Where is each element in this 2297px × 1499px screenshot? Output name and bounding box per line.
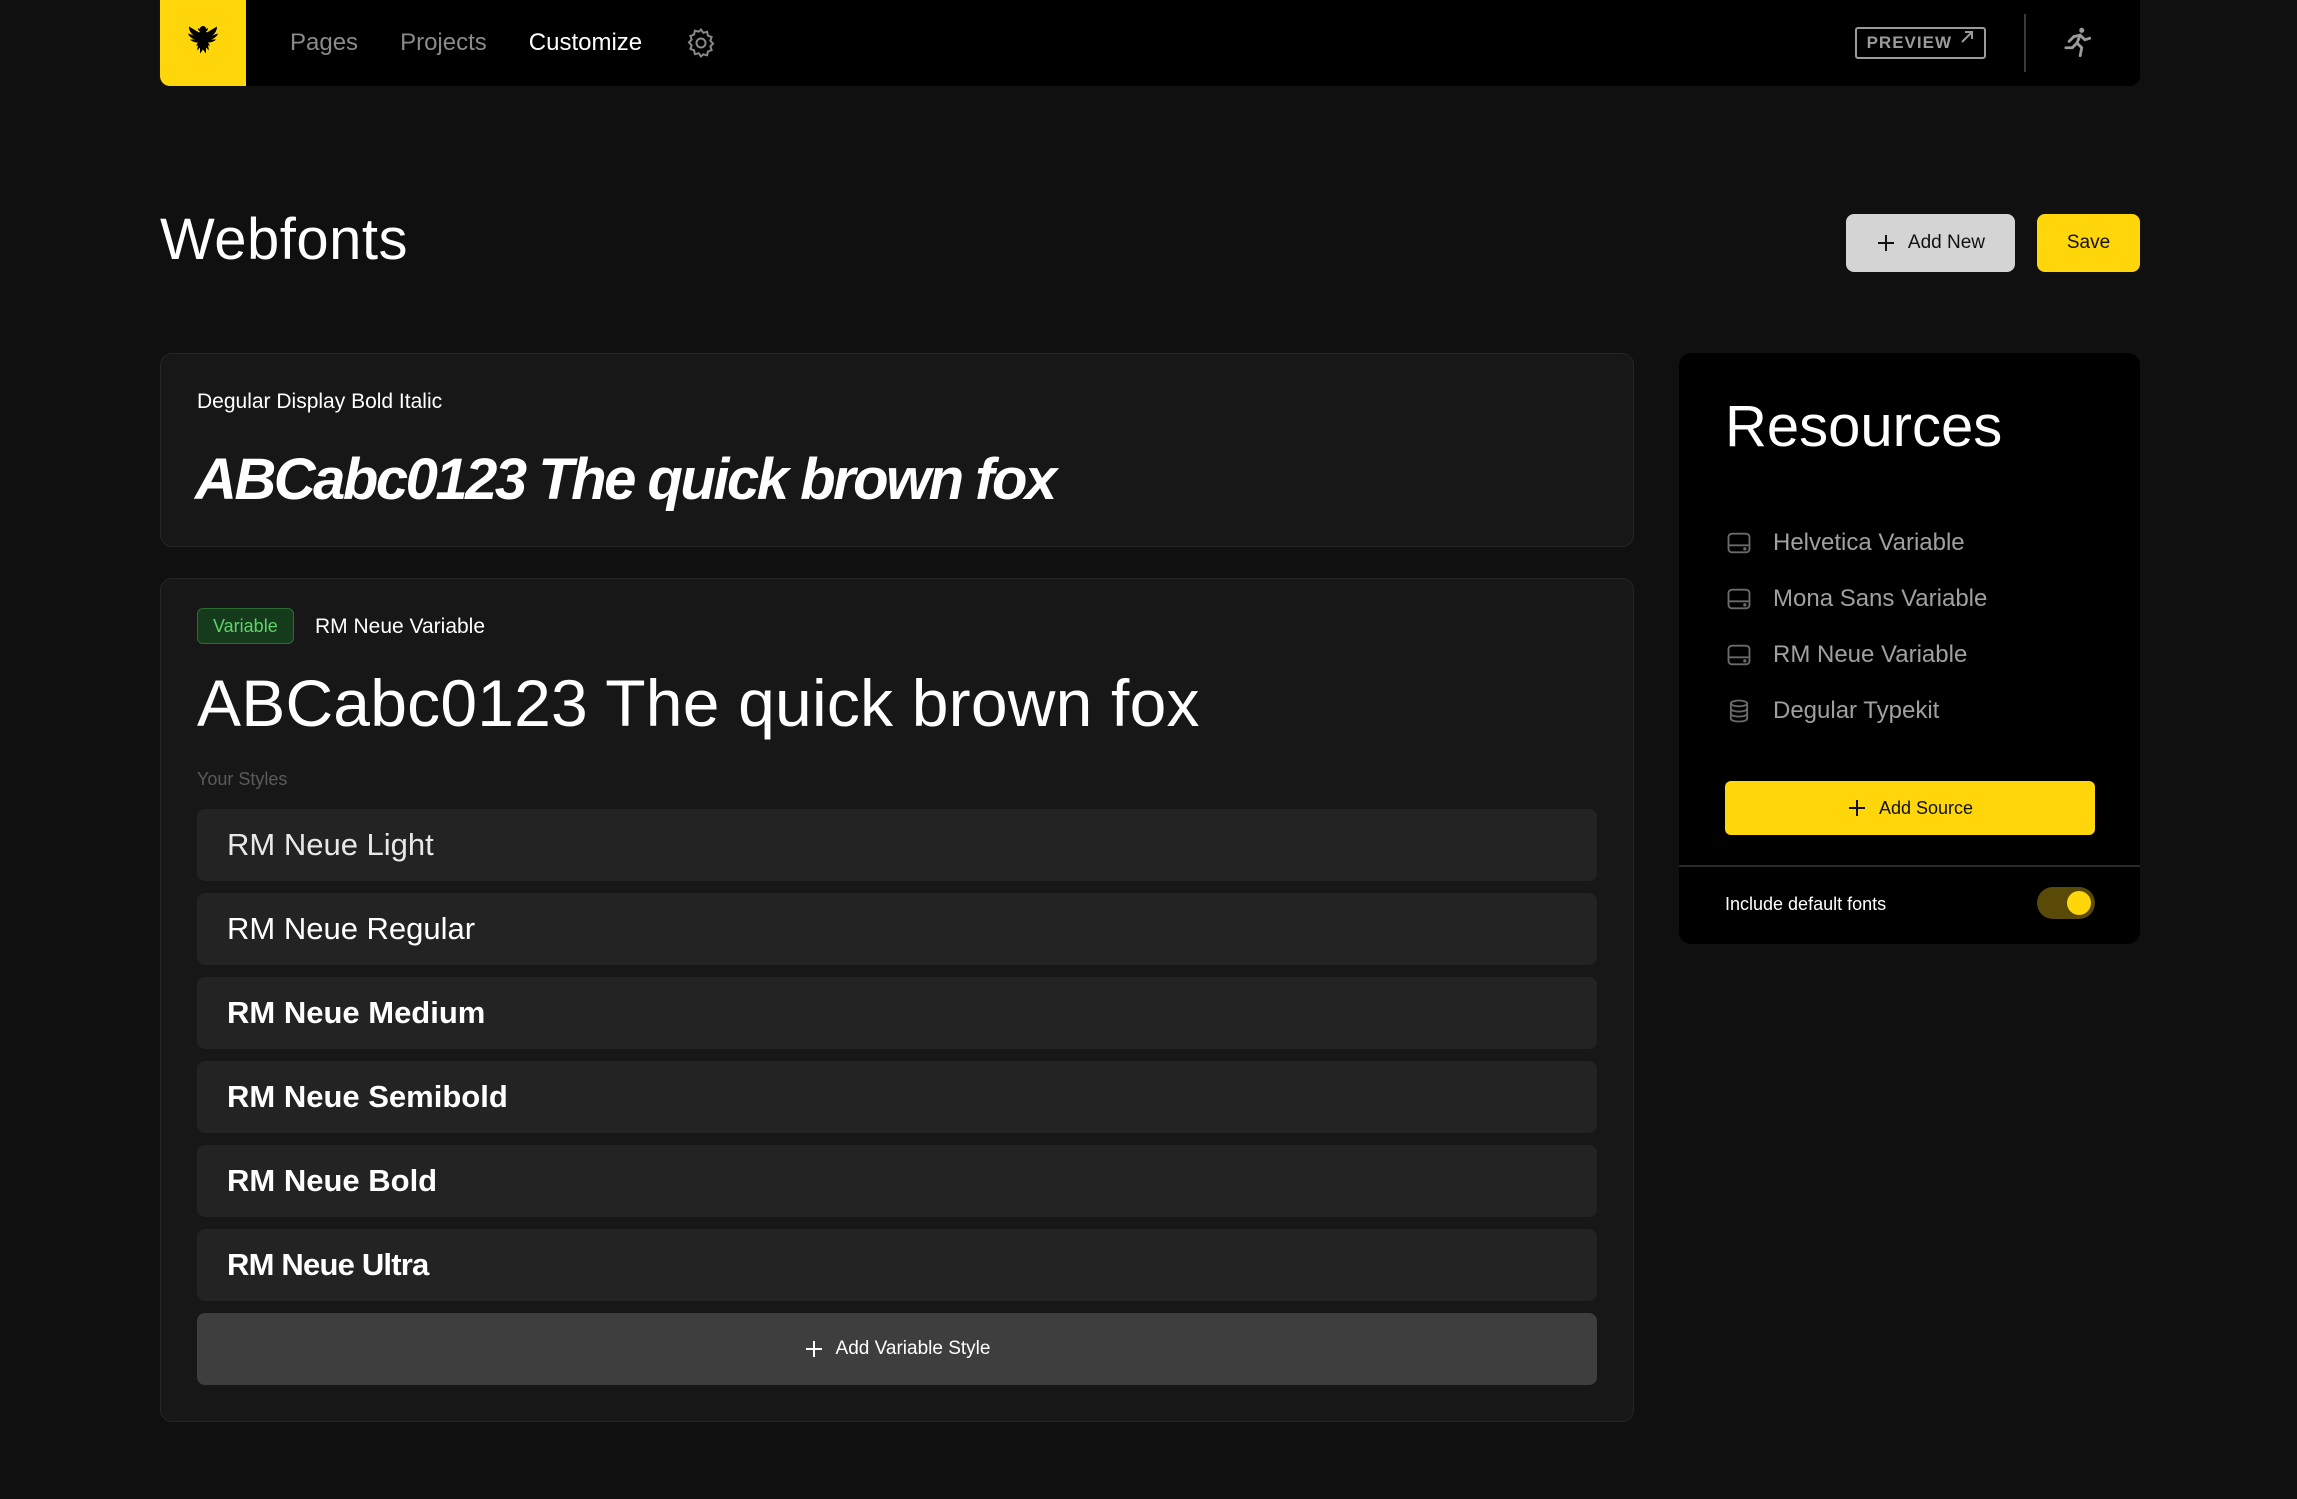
style-list: RM Neue Light RM Neue Regular RM Neue Me… <box>197 809 1597 1313</box>
plus-icon <box>805 1341 822 1357</box>
resources-title: Resources <box>1725 394 2003 459</box>
top-nav: Pages Projects Customize PREVIEW <box>160 0 2140 86</box>
style-item-medium[interactable]: RM Neue Medium <box>197 977 1597 1049</box>
nav-divider <box>2024 14 2026 72</box>
resource-item-helvetica[interactable]: Helvetica Variable <box>1725 515 1987 571</box>
resources-divider <box>1679 865 2140 867</box>
include-default-fonts-toggle[interactable] <box>2037 887 2095 919</box>
nav-link-customize[interactable]: Customize <box>529 29 642 57</box>
resource-label: Helvetica Variable <box>1773 529 1965 556</box>
resource-item-rm-neue[interactable]: RM Neue Variable <box>1725 627 1987 683</box>
resource-label: RM Neue Variable <box>1773 641 1968 668</box>
resource-item-mona-sans[interactable]: Mona Sans Variable <box>1725 571 1987 627</box>
plus-icon <box>1848 800 1865 816</box>
eagle-crest-icon <box>188 26 218 54</box>
style-item-semibold[interactable]: RM Neue Semibold <box>197 1061 1597 1133</box>
variable-badge: Variable <box>197 608 294 644</box>
preview-button[interactable]: PREVIEW <box>1854 27 1986 59</box>
font-card-rm-neue: Variable RM Neue Variable ABCabc0123 The… <box>160 578 1634 1422</box>
font-sample: ABCabc0123 The quick brown fox <box>197 666 1200 740</box>
style-item-ultra[interactable]: RM Neue Ultra <box>197 1229 1597 1301</box>
drive-icon <box>1727 644 1751 666</box>
resources-list: Helvetica Variable Mona Sans Variable RM… <box>1725 515 1987 739</box>
style-item-bold[interactable]: RM Neue Bold <box>197 1145 1597 1217</box>
drive-icon <box>1727 532 1751 554</box>
webfonts-page: Pages Projects Customize PREVIEW Webfont… <box>0 0 2297 1499</box>
style-item-light[interactable]: RM Neue Light <box>197 809 1597 881</box>
running-person-icon[interactable] <box>2058 24 2096 62</box>
external-link-icon <box>1961 31 1973 43</box>
add-variable-style-label: Add Variable Style <box>835 1338 991 1359</box>
database-icon <box>1729 699 1749 723</box>
add-new-label: Add New <box>1907 232 1985 253</box>
page-title: Webfonts <box>160 207 408 272</box>
resources-panel: Resources Helvetica Variable Mona Sans V… <box>1679 353 2140 944</box>
add-variable-style-button[interactable]: Add Variable Style <box>197 1313 1597 1385</box>
add-new-button[interactable]: Add New <box>1845 214 2015 272</box>
gear-icon[interactable] <box>684 26 718 60</box>
toggle-knob <box>2067 891 2091 915</box>
resource-label: Degular Typekit <box>1773 697 1940 724</box>
nav-links: Pages Projects Customize <box>290 26 718 60</box>
add-source-button[interactable]: Add Source <box>1725 781 2095 835</box>
drive-icon <box>1727 588 1751 610</box>
plus-icon <box>1877 235 1894 251</box>
font-sample: ABCabc0123 The quick brown fox <box>195 447 1057 512</box>
save-button[interactable]: Save <box>2037 214 2140 272</box>
add-source-label: Add Source <box>1878 797 1974 818</box>
font-name: RM Neue Variable <box>315 615 486 638</box>
save-label: Save <box>2066 232 2111 253</box>
font-card-degular[interactable]: Degular Display Bold Italic ABCabc0123 T… <box>160 353 1634 547</box>
preview-label: PREVIEW <box>1866 33 1952 52</box>
style-item-regular[interactable]: RM Neue Regular <box>197 893 1597 965</box>
nav-link-pages[interactable]: Pages <box>290 29 358 57</box>
nav-link-projects[interactable]: Projects <box>400 29 487 57</box>
resource-item-degular[interactable]: Degular Typekit <box>1725 683 1987 739</box>
header-actions: Add New Save <box>1845 214 2140 272</box>
nav-right: PREVIEW <box>1854 0 2140 86</box>
resource-label: Mona Sans Variable <box>1773 585 1988 612</box>
font-name: Degular Display Bold Italic <box>197 390 443 413</box>
include-default-fonts-label: Include default fonts <box>1725 894 1887 914</box>
logo[interactable] <box>160 0 246 86</box>
styles-label: Your Styles <box>197 769 288 789</box>
